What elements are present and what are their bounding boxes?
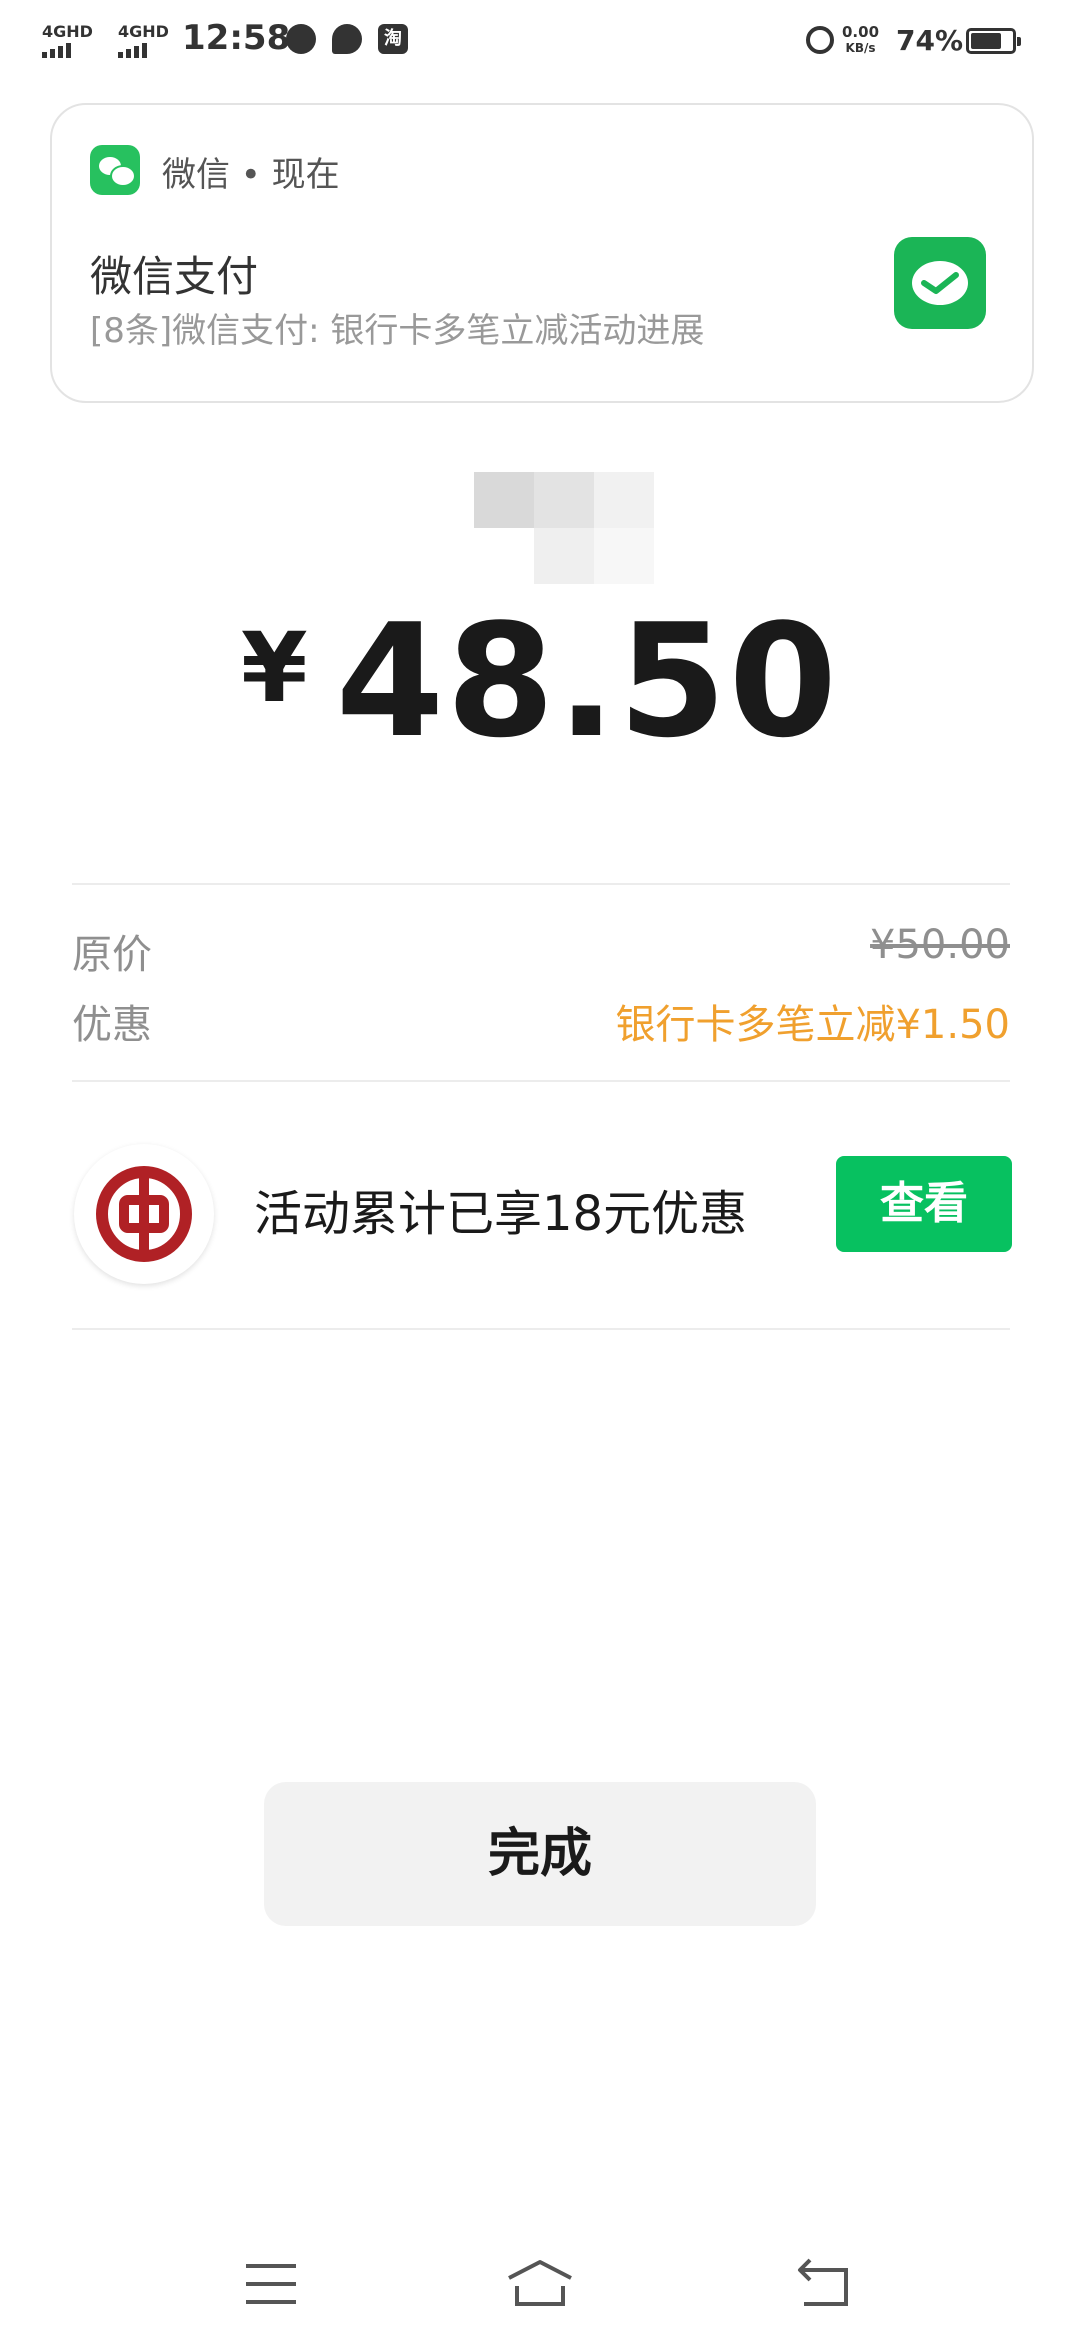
divider	[72, 1328, 1010, 1330]
bank-of-china-logo	[74, 1144, 214, 1284]
back-icon[interactable]	[790, 2254, 860, 2314]
divider	[72, 1080, 1010, 1082]
wechat-pay-icon	[894, 237, 986, 329]
net-speed: 0.00 KB/s	[842, 24, 879, 56]
wechat-pay-notification[interactable]: 微信 • 现在 微信支付 [8条]微信支付: 银行卡多笔立减活动进展	[50, 103, 1034, 403]
taobao-icon: 淘	[378, 24, 408, 54]
notification-body: [8条]微信支付: 银行卡多笔立减活动进展	[90, 311, 705, 351]
wechat-icon	[90, 145, 140, 195]
discount-label: 优惠	[72, 1002, 152, 1048]
status-bar: 4GHD 4GHD 12:58 淘 0.00 KB/s 74%	[0, 0, 1080, 84]
net-speed-value: 0.00	[842, 23, 880, 41]
battery-percent: 74%	[896, 24, 964, 57]
currency-symbol: ¥	[240, 612, 310, 724]
menu-icon[interactable]	[236, 2254, 306, 2314]
notification-title: 微信支付	[90, 252, 259, 301]
chat-bubble-icon	[332, 24, 362, 54]
wechat-icon	[286, 24, 316, 54]
view-button[interactable]: 查看	[836, 1156, 1012, 1252]
signal-indicator-1: 4GHD	[42, 22, 93, 58]
signal-label-1: 4GHD	[42, 22, 93, 41]
home-icon[interactable]	[505, 2254, 575, 2314]
original-price-value: ¥50.00	[870, 922, 1010, 968]
amount-value: 48.50	[335, 590, 840, 772]
navigation-bar	[0, 2220, 1080, 2340]
payment-amount: ¥48.50	[0, 590, 1080, 772]
battery-fill	[971, 33, 1001, 49]
merchant-avatar	[474, 472, 654, 584]
discount-value: 银行卡多笔立减¥1.50	[615, 1002, 1010, 1048]
status-time: 12:58	[182, 18, 291, 58]
done-button[interactable]: 完成	[264, 1782, 816, 1926]
net-speed-unit: KB/s	[845, 41, 876, 55]
notification-app-name: 微信 • 现在	[162, 155, 340, 195]
original-price-label: 原价	[72, 932, 152, 978]
divider	[72, 883, 1010, 885]
alarm-icon	[806, 26, 834, 54]
battery-icon	[966, 28, 1021, 54]
promo-text: 活动累计已享18元优惠	[254, 1186, 748, 1242]
signal-label-2: 4GHD	[118, 22, 169, 41]
signal-indicator-2: 4GHD	[118, 22, 169, 58]
